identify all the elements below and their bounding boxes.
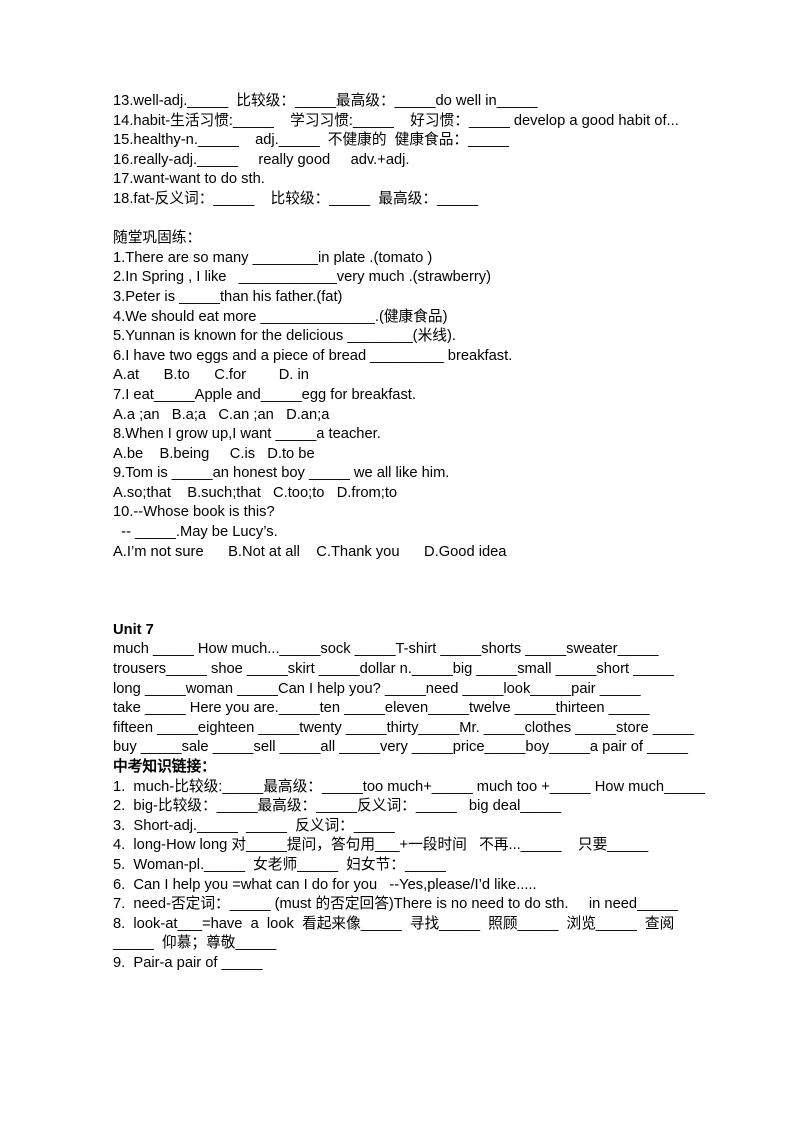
practice-item-6-options: A.at B.to C.for D. in <box>113 367 309 384</box>
spacer-before-unit7 <box>113 601 726 621</box>
vocab-line-16: 16.really-adj._____ really good adv.+adj… <box>113 151 410 168</box>
zhongkao-item-8: 8. look-at___=have a look 看起来像_____ 寻找__… <box>113 915 675 932</box>
vocab-line-17: 17.want-want to do sth. <box>113 171 265 188</box>
unit7-word-line-1: much _____ How much..._____sock _____T-s… <box>113 641 659 658</box>
document-page: 13.well-adj._____ 比较级：_____最高级：_____do w… <box>0 0 794 1123</box>
practice-item-8-options: A.be B.being C.is D.to be <box>113 445 315 462</box>
zhongkao-heading: 中考知识链接： <box>113 759 216 775</box>
vocab-line-15: 15.healthy-n._____ adj._____ 不健康的 健康食品：_… <box>113 132 509 149</box>
practice-section: 随堂巩固练： 1.There are so many ________in pl… <box>113 229 726 562</box>
practice-item-10: 10.--Whose book is this? <box>113 504 275 521</box>
vocabulary-section: 13.well-adj._____ 比较级：_____最高级：_____do w… <box>113 92 726 210</box>
zhongkao-item-7: 7. need-否定词：_____ (must 的否定回答)There is n… <box>113 896 678 913</box>
unit7-word-line-5: fifteen _____eighteen _____twenty _____t… <box>113 719 694 736</box>
practice-item-10-answer: -- _____.May be Lucy’s. <box>113 524 278 541</box>
practice-item-9: 9.Tom is _____an honest boy _____ we all… <box>113 465 450 482</box>
practice-item-8: 8.When I grow up,I want _____a teacher. <box>113 426 381 443</box>
vocab-line-13: 13.well-adj._____ 比较级：_____最高级：_____do w… <box>113 93 538 109</box>
unit7-section: Unit 7 much _____ How much..._____sock _… <box>113 621 726 758</box>
practice-item-7: 7.I eat_____Apple and_____egg for breakf… <box>113 386 416 403</box>
unit7-word-line-3: long _____woman _____Can I help you? ___… <box>113 680 641 697</box>
spacer-after-vocab <box>113 210 726 230</box>
zhongkao-item-1: 1. much-比较级:_____最高级：_____too much+_____… <box>113 778 705 795</box>
zhongkao-section: 中考知识链接： 1. much-比较级:_____最高级：_____too mu… <box>113 758 726 974</box>
zhongkao-item-6: 6. Can I help you =what can I do for you… <box>113 876 537 893</box>
practice-item-3: 3.Peter is _____than his father.(fat) <box>113 288 343 305</box>
practice-item-1: 1.There are so many ________in plate .(t… <box>113 249 433 266</box>
zhongkao-item-5: 5. Woman-pl._____ 女老师_____ 妇女节：_____ <box>113 856 446 873</box>
practice-item-7-options: A.a ;an B.a;a C.an ;an D.an;a <box>113 406 330 423</box>
zhongkao-item-4: 4. long-How long 对_____提问，答句用___+一段时间 不再… <box>113 837 649 854</box>
zhongkao-item-2: 2. big-比较级：_____最高级：_____反义词：_____ big d… <box>113 798 562 815</box>
unit7-heading: Unit 7 <box>113 621 154 638</box>
unit7-word-line-2: trousers_____ shoe _____skirt _____dolla… <box>113 661 674 678</box>
vocab-line-18: 18.fat-反义词：_____ 比较级：_____ 最高级：_____ <box>113 190 478 207</box>
vocab-line-14: 14.habit-生活习惯:_____ 学习习惯:_____ 好习惯：_____… <box>113 112 679 129</box>
practice-item-2: 2.In Spring , I like ____________very mu… <box>113 269 491 286</box>
practice-item-6: 6.I have two eggs and a piece of bread _… <box>113 347 513 364</box>
zhongkao-item-3: 3. Short-adj._____ _____ 反义词：_____ <box>113 817 395 834</box>
zhongkao-item-8-continued: _____ 仰慕；尊敬_____ <box>113 935 277 952</box>
document-body: 13.well-adj._____ 比较级：_____最高级：_____do w… <box>113 92 726 974</box>
practice-item-4: 4.We should eat more ______________.(健康食… <box>113 308 448 325</box>
zhongkao-list: 1. much-比较级:_____最高级：_____too much+_____… <box>113 778 726 974</box>
practice-item-5: 5.Yunnan is known for the delicious ____… <box>113 328 456 345</box>
unit7-word-line-4: take _____ Here you are._____ten _____el… <box>113 700 650 717</box>
unit7-word-line-6: buy _____sale _____sell _____all _____ve… <box>113 739 688 756</box>
practice-item-9-options: A.so;that B.such;that C.too;to D.from;to <box>113 484 398 501</box>
practice-item-10-options: A.I’m not sure B.Not at all C.Thank you … <box>113 543 507 560</box>
spacer-after-practice <box>113 562 726 601</box>
practice-heading: 随堂巩固练： <box>113 230 202 247</box>
zhongkao-item-9: 9. Pair-a pair of _____ <box>113 954 263 971</box>
